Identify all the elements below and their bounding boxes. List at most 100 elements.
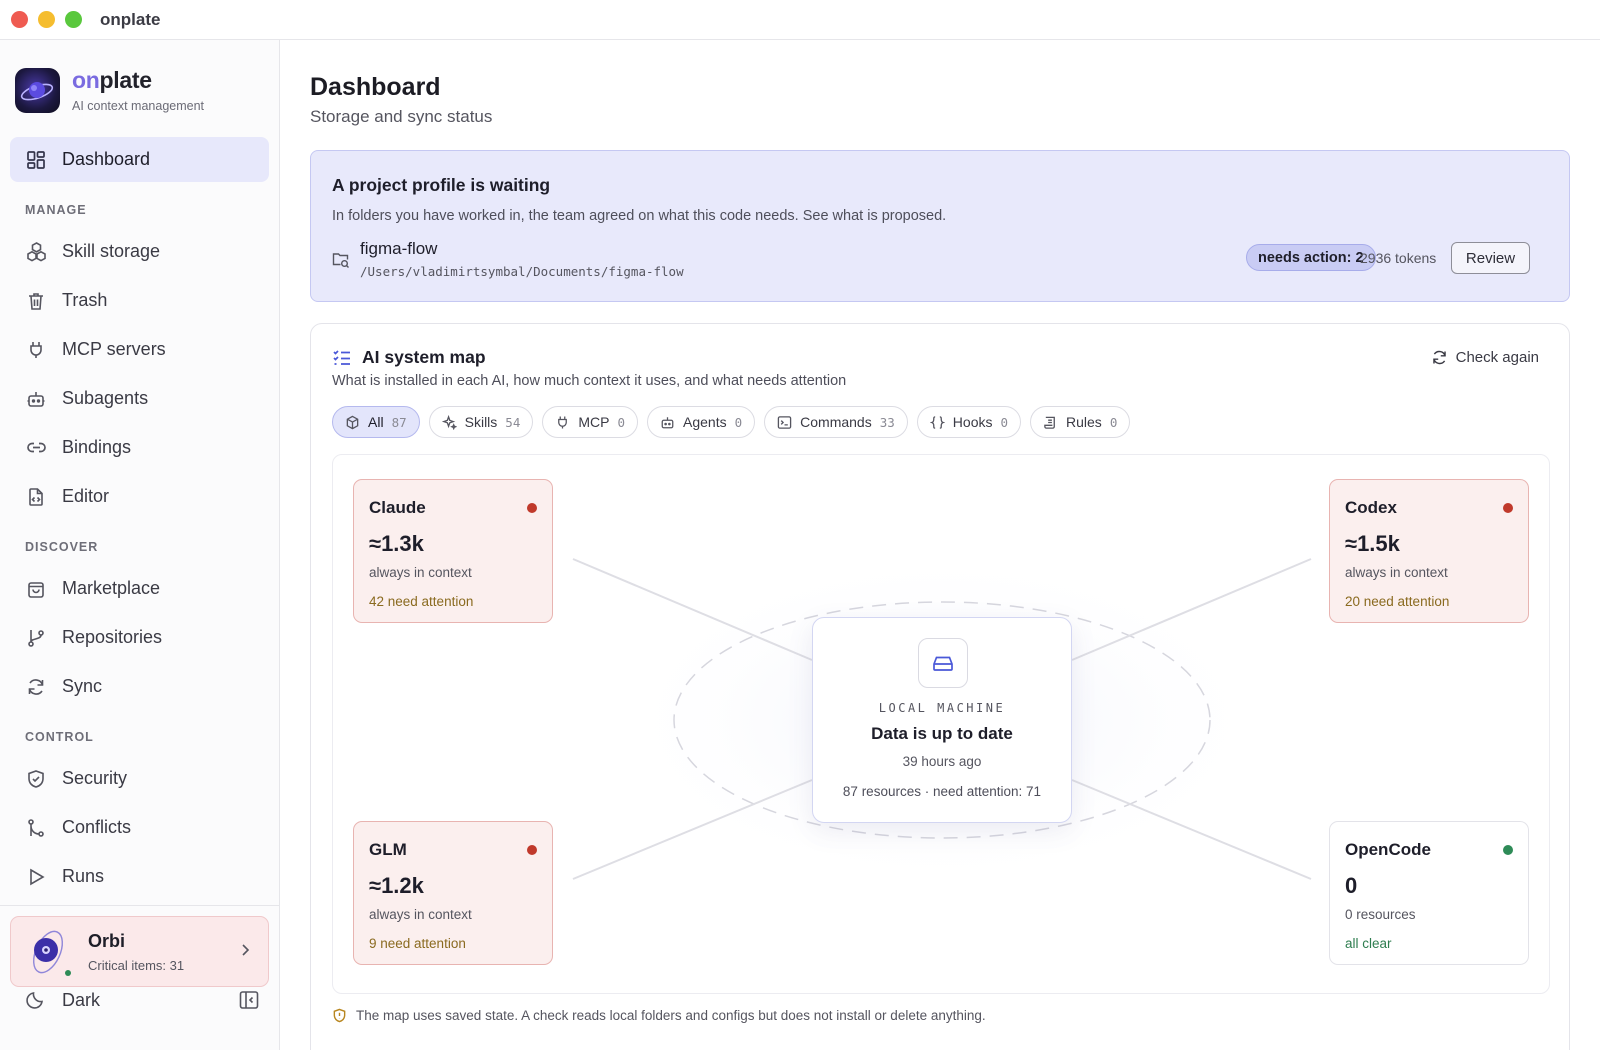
sidebar-item-label: Skill storage bbox=[62, 241, 161, 261]
page-subtitle: Storage and sync status bbox=[310, 107, 493, 126]
file-code-icon bbox=[25, 486, 47, 508]
ai-node-value: 0 bbox=[1345, 873, 1358, 898]
close-window-button[interactable] bbox=[11, 11, 28, 28]
section-label-manage: MANAGE bbox=[25, 203, 87, 217]
filter-chip-agents[interactable]: Agents 0 bbox=[647, 406, 756, 438]
ai-system-map-card: AI system map What is installed in each … bbox=[310, 323, 1570, 1050]
filter-count: 0 bbox=[1000, 414, 1009, 430]
maximize-window-button[interactable] bbox=[65, 11, 82, 28]
chevron-right-icon bbox=[236, 941, 254, 959]
ai-node-name: Claude bbox=[369, 498, 426, 517]
ai-node-name: Codex bbox=[1345, 498, 1397, 517]
review-button[interactable]: Review bbox=[1451, 242, 1530, 274]
local-machine-node[interactable]: LOCAL MACHINE Data is up to date 39 hour… bbox=[812, 617, 1072, 823]
sidebar-item-trash[interactable]: Trash bbox=[10, 278, 269, 323]
ai-node-claude[interactable]: Claude ≈1.3k always in context 42 need a… bbox=[353, 479, 553, 623]
scroll-icon bbox=[1043, 415, 1058, 430]
status-dot bbox=[527, 845, 537, 855]
sidebar-item-label: Marketplace bbox=[62, 578, 161, 598]
check-again-label: Check again bbox=[1455, 349, 1539, 366]
filter-label: All bbox=[368, 414, 384, 430]
sidebar-divider bbox=[0, 905, 280, 906]
link-icon bbox=[25, 437, 47, 459]
project-path: /Users/vladimirtsymbal/Documents/figma-f… bbox=[360, 264, 684, 279]
sidebar-item-editor[interactable]: Editor bbox=[10, 474, 269, 519]
check-again-button[interactable]: Check again bbox=[1431, 349, 1539, 366]
app-logo bbox=[15, 67, 60, 113]
status-dot bbox=[1503, 503, 1513, 513]
refresh-icon bbox=[25, 676, 47, 698]
center-node-title: Data is up to date bbox=[871, 724, 1013, 743]
sidebar-item-bindings[interactable]: Bindings bbox=[10, 425, 269, 470]
filter-chip-mcp[interactable]: MCP 0 bbox=[542, 406, 639, 438]
sidebar-item-skill-storage[interactable]: Skill storage bbox=[10, 229, 269, 274]
banner-description: In folders you have worked in, the team … bbox=[332, 208, 947, 224]
ai-node-glm[interactable]: GLM ≈1.2k always in context 9 need atten… bbox=[353, 821, 553, 965]
filter-chip-all[interactable]: All 87 bbox=[332, 406, 420, 438]
window-title: onplate bbox=[100, 9, 161, 29]
ai-node-status: 9 need attention bbox=[369, 936, 466, 951]
orbi-assistant-card[interactable]: Orbi Critical items: 31 bbox=[10, 916, 269, 987]
center-node-resources: 87 resources · need attention: 71 bbox=[842, 784, 1042, 799]
collapse-sidebar-icon[interactable] bbox=[238, 989, 260, 1011]
dashboard-grid-icon bbox=[25, 149, 47, 171]
sidebar-item-label: Conflicts bbox=[62, 817, 132, 837]
filter-chip-rules[interactable]: Rules 0 bbox=[1030, 406, 1131, 438]
filter-label: Hooks bbox=[952, 414, 993, 430]
page-title: Dashboard bbox=[310, 73, 441, 101]
status-dot bbox=[527, 503, 537, 513]
minimize-window-button[interactable] bbox=[38, 11, 55, 28]
brand-subtitle: AI context management bbox=[72, 99, 205, 113]
boxes-icon bbox=[25, 241, 47, 263]
sidebar-item-dashboard[interactable]: Dashboard bbox=[10, 137, 269, 182]
sidebar-item-repositories[interactable]: Repositories bbox=[10, 615, 269, 660]
filter-count: 33 bbox=[879, 414, 895, 430]
orbi-avatar bbox=[26, 926, 72, 978]
filter-chip-commands[interactable]: Commands 33 bbox=[764, 406, 908, 438]
orbi-name: Orbi bbox=[88, 930, 126, 951]
ai-node-opencode[interactable]: OpenCode 0 0 resources all clear bbox=[1329, 821, 1529, 965]
sidebar-item-sync[interactable]: Sync bbox=[10, 664, 269, 709]
filter-label: Skills bbox=[464, 414, 498, 430]
sidebar-item-label: Sync bbox=[62, 676, 103, 696]
ai-node-caption: always in context bbox=[1345, 565, 1448, 580]
sidebar-item-label: Editor bbox=[62, 486, 110, 506]
shopping-bag-icon bbox=[25, 578, 47, 600]
cube-icon bbox=[345, 415, 360, 430]
sidebar-item-subagents[interactable]: Subagents bbox=[10, 376, 269, 421]
filter-chip-hooks[interactable]: Hooks 0 bbox=[916, 406, 1022, 438]
ai-node-status: all clear bbox=[1345, 936, 1392, 951]
project-name: figma-flow bbox=[360, 239, 438, 258]
ai-node-codex[interactable]: Codex ≈1.5k always in context 20 need at… bbox=[1329, 479, 1529, 623]
moon-icon[interactable] bbox=[25, 989, 47, 1011]
trash-icon bbox=[25, 290, 47, 312]
theme-toggle-label[interactable]: Dark bbox=[62, 990, 100, 1011]
sidebar-item-label: Runs bbox=[62, 866, 105, 886]
sidebar-item-mcp-servers[interactable]: MCP servers bbox=[10, 327, 269, 372]
filter-label: MCP bbox=[578, 414, 610, 430]
filter-count: 0 bbox=[617, 414, 626, 430]
shield-check-icon bbox=[25, 768, 47, 790]
braces-icon bbox=[929, 415, 945, 430]
sidebar-item-label: Bindings bbox=[62, 437, 132, 457]
center-node-label: LOCAL MACHINE bbox=[878, 701, 1006, 715]
ai-node-value: ≈1.5k bbox=[1345, 531, 1400, 556]
sparkles-icon bbox=[441, 414, 457, 430]
sidebar-item-marketplace[interactable]: Marketplace bbox=[10, 566, 269, 611]
hard-drive-icon bbox=[918, 638, 968, 688]
sidebar-item-runs[interactable]: Runs bbox=[10, 854, 269, 899]
plug-icon bbox=[555, 415, 570, 430]
sidebar-item-conflicts[interactable]: Conflicts bbox=[10, 805, 269, 850]
sidebar-item-security[interactable]: Security bbox=[10, 756, 269, 801]
section-label-discover: DISCOVER bbox=[25, 540, 99, 554]
filter-count: 87 bbox=[391, 414, 407, 430]
sidebar-item-label: Trash bbox=[62, 290, 108, 310]
filter-chip-skills[interactable]: Skills 54 bbox=[428, 406, 534, 438]
sidebar-item-label: Dashboard bbox=[62, 149, 151, 169]
folder-search-icon bbox=[332, 251, 350, 269]
section-label-control: CONTROL bbox=[25, 730, 94, 744]
status-dot bbox=[1503, 845, 1513, 855]
needs-action-badge: needs action: 2 bbox=[1246, 244, 1376, 271]
ai-node-caption: always in context bbox=[369, 907, 472, 922]
terminal-icon bbox=[777, 415, 792, 430]
